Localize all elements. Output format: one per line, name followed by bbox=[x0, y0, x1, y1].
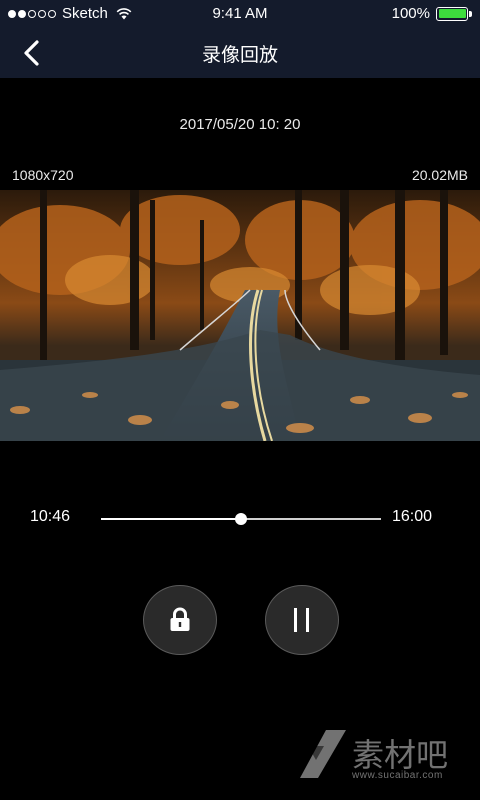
battery-icon bbox=[436, 6, 472, 21]
lock-button[interactable] bbox=[143, 585, 217, 655]
video-frame-image bbox=[0, 190, 480, 441]
recording-datetime: 2017/05/20 10: 20 bbox=[179, 116, 301, 133]
pause-button[interactable] bbox=[265, 585, 339, 655]
video-resolution: 1080x720 bbox=[12, 167, 74, 183]
progress-thumb[interactable] bbox=[235, 513, 247, 525]
progress-slider[interactable] bbox=[101, 513, 381, 525]
pause-icon bbox=[294, 608, 309, 632]
file-size: 20.02MB bbox=[411, 167, 468, 183]
page-title: 录像回放 bbox=[201, 44, 278, 66]
lock-icon bbox=[170, 607, 190, 631]
video-player[interactable] bbox=[0, 190, 480, 441]
current-time: 10:46 bbox=[30, 508, 71, 525]
progress-fill bbox=[101, 518, 241, 520]
status-right: 100% bbox=[391, 5, 472, 22]
nav-bar: 录像回放 bbox=[0, 28, 480, 78]
watermark-url: www.sucaibar.com bbox=[352, 770, 443, 781]
watermark-logo-icon bbox=[300, 730, 346, 778]
total-time: 16:00 bbox=[391, 508, 432, 525]
status-bar: Sketch 9:41 AM 100% bbox=[0, 0, 480, 28]
battery-level bbox=[438, 9, 466, 18]
battery-percent: 100% bbox=[391, 5, 430, 22]
watermark: 素材吧 www.sucaibar.com bbox=[298, 728, 468, 784]
